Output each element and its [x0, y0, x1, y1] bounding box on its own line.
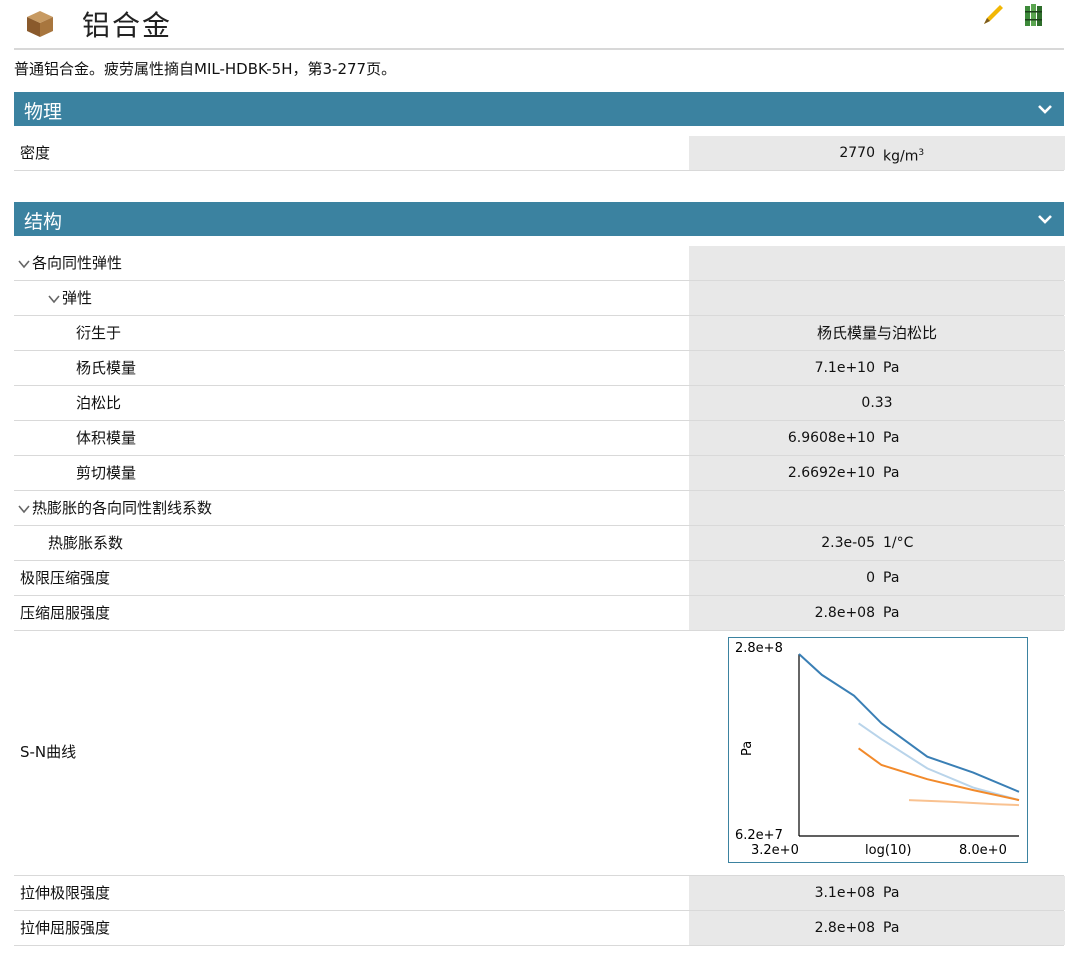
property-row-sn-curve: S-N曲线 2.8e+8 6.2e+7 3.2e+0 log(10) 8.0e+… [14, 631, 1064, 876]
chevron-down-icon[interactable] [1036, 210, 1054, 228]
property-row-compressive-yield: 压缩屈服强度 2.8e+08 Pa [14, 596, 1065, 631]
x-axis-label: log(10) [865, 843, 912, 858]
property-label: 泊松比 [76, 394, 122, 412]
property-value: 2.3e-05 [821, 535, 875, 551]
property-value-cell[interactable]: 2.6692e+10 Pa [688, 456, 1065, 490]
property-row-bulk-modulus: 体积模量 6.9608e+10 Pa [14, 421, 1065, 456]
property-label: 热膨胀系数 [48, 534, 124, 552]
title-bar: 铝合金 [14, 0, 1064, 50]
property-value-cell[interactable]: 7.1e+10 Pa [688, 351, 1065, 385]
property-value-cell[interactable]: 6.9608e+10 Pa [688, 421, 1065, 455]
section-physics-label: 物理 [24, 101, 63, 123]
sn-curve-chart[interactable]: 2.8e+8 6.2e+7 3.2e+0 log(10) 8.0e+0 Pa [728, 637, 1028, 863]
property-unit: 1/°C [883, 535, 914, 551]
property-value: 0 [866, 570, 875, 586]
property-value: 6.9608e+10 [787, 430, 875, 446]
sn-series-line-1 [798, 653, 1020, 793]
property-row-thermal-coefficient: 热膨胀系数 2.3e-05 1/°C [14, 526, 1065, 561]
chevron-down-icon[interactable] [18, 504, 30, 514]
property-label: 拉伸屈服强度 [20, 919, 111, 937]
property-value-cell[interactable]: 0.33 [688, 386, 1065, 420]
property-value-cell[interactable]: 0 Pa [688, 561, 1065, 595]
x-tick-label: 8.0e+0 [959, 843, 1007, 858]
property-value-cell[interactable]: 杨氏模量与泊松比 [688, 316, 1065, 350]
property-row-derived-from: 衍生于 杨氏模量与泊松比 [14, 316, 1065, 351]
property-unit: Pa [883, 360, 900, 376]
tree-group-isotropic-elasticity[interactable]: 各向同性弹性 [14, 246, 1065, 281]
property-value: 0.33 [861, 395, 893, 411]
property-value-cell[interactable]: 2.8e+08 Pa [688, 596, 1065, 630]
tree-group-thermal-expansion[interactable]: 热膨胀的各向同性割线系数 [14, 491, 1065, 526]
property-row-youngs-modulus: 杨氏模量 7.1e+10 Pa [14, 351, 1065, 386]
y-axis-label: Pa [740, 741, 755, 756]
property-value: 2.6692e+10 [787, 465, 875, 481]
property-value-cell [688, 281, 1065, 315]
page-title: 铝合金 [82, 9, 173, 42]
property-unit: Pa [883, 920, 900, 936]
property-value: 7.1e+10 [814, 360, 875, 376]
property-label: 各向同性弹性 [32, 254, 123, 272]
property-value-cell[interactable]: 2770 kg/m3 [688, 136, 1065, 170]
material-description: 普通铝合金。疲劳属性摘自MIL-HDBK-5H，第3-277页。 [14, 60, 397, 78]
sn-curve-plot: 2.8e+8 6.2e+7 3.2e+0 log(10) 8.0e+0 Pa [735, 641, 1020, 858]
property-label: 杨氏模量 [76, 359, 137, 377]
edit-pencil-icon[interactable] [980, 2, 1006, 28]
tree-group-elasticity[interactable]: 弹性 [14, 281, 1065, 316]
chevron-down-icon[interactable] [1036, 100, 1054, 118]
chevron-down-icon[interactable] [18, 259, 30, 269]
property-value-cell [688, 246, 1065, 280]
property-label: 衍生于 [76, 324, 122, 342]
chevron-down-icon[interactable] [48, 294, 60, 304]
property-unit: Pa [883, 465, 900, 481]
section-structure-label: 结构 [24, 211, 63, 233]
property-label: 极限压缩强度 [20, 569, 111, 587]
library-books-icon[interactable] [1022, 2, 1048, 28]
y-tick-label: 2.8e+8 [735, 641, 783, 656]
property-row-shear-modulus: 剪切模量 2.6692e+10 Pa [14, 456, 1065, 491]
property-label: 剪切模量 [76, 464, 137, 482]
material-cube-icon [27, 11, 53, 37]
property-label: 拉伸极限强度 [20, 884, 111, 902]
property-value: 2.8e+08 [814, 920, 875, 936]
property-unit: Pa [883, 605, 900, 621]
property-label: 弹性 [62, 289, 93, 307]
property-row-tensile-yield: 拉伸屈服强度 2.8e+08 Pa [14, 911, 1065, 946]
y-tick-label: 6.2e+7 [735, 828, 783, 843]
property-unit: Pa [883, 885, 900, 901]
property-value: 3.1e+08 [814, 885, 875, 901]
property-row-density: 密度 2770 kg/m3 [14, 136, 1065, 171]
property-unit: kg/m3 [883, 148, 925, 165]
section-physics-header[interactable]: 物理 [14, 92, 1064, 126]
property-value-cell[interactable]: 2.3e-05 1/°C [688, 526, 1065, 560]
property-label: 体积模量 [76, 429, 137, 447]
x-tick-label: 3.2e+0 [751, 843, 799, 858]
property-value: 2.8e+08 [814, 605, 875, 621]
property-row-ultimate-compressive: 极限压缩强度 0 Pa [14, 561, 1065, 596]
sn-series-line-4 [908, 799, 1020, 807]
property-label: 热膨胀的各向同性割线系数 [32, 499, 213, 517]
series-layer [798, 653, 1020, 807]
property-unit: Pa [883, 430, 900, 446]
property-value-cell [688, 491, 1065, 525]
property-label: 密度 [20, 144, 51, 162]
property-label: 压缩屈服强度 [20, 604, 111, 622]
property-row-tensile-ultimate: 拉伸极限强度 3.1e+08 Pa [14, 876, 1065, 911]
section-structure-header[interactable]: 结构 [14, 202, 1064, 236]
property-value: 杨氏模量与泊松比 [816, 324, 937, 342]
property-value-cell[interactable]: 3.1e+08 Pa [688, 876, 1065, 910]
property-row-poisson-ratio: 泊松比 0.33 [14, 386, 1065, 421]
property-value-cell[interactable]: 2.8e+08 Pa [688, 911, 1065, 945]
property-label: S-N曲线 [20, 743, 77, 761]
property-unit: Pa [883, 570, 900, 586]
property-value: 2770 [839, 145, 875, 161]
